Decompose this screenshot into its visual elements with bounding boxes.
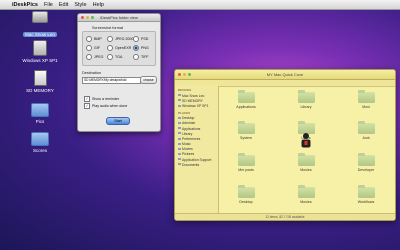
destination-label: Destination xyxy=(82,71,101,75)
finder-sidebar: DEVICES Mac Snow Leo SD MEMORY Windows X… xyxy=(175,86,219,214)
menu-file[interactable]: File xyxy=(44,2,53,8)
menu-edit[interactable]: Edit xyxy=(59,2,68,8)
finder-window: MY Mac Quick Cove DEVICES Mac Snow Leo S… xyxy=(174,69,396,221)
menu-bar: iDeskPics File Edit Style Help xyxy=(0,0,400,10)
finder-status-bar: 12 items, 82.7 GB available xyxy=(175,213,395,220)
desktop-icon-label: Windows XP SP1 xyxy=(22,58,58,63)
dialog-title: iDeskPics folder view xyxy=(100,15,138,20)
checkbox-play-audio[interactable]: ✓ Play audio when done xyxy=(84,103,127,109)
choose-button[interactable]: choose xyxy=(140,76,157,84)
folder-icon xyxy=(357,121,375,134)
desktop-icon-pics[interactable]: Pics xyxy=(20,103,60,124)
radio-jpeg2000[interactable]: JPEG 2000 xyxy=(107,36,133,42)
desktop-icon-sd-memory[interactable]: SD MEMORY xyxy=(20,70,60,93)
folder-icon xyxy=(237,153,255,166)
finder-titlebar[interactable]: MY Mac Quick Cove xyxy=(175,70,395,80)
menu-style[interactable]: Style xyxy=(74,2,86,8)
radio-gif[interactable]: GIF xyxy=(86,45,100,51)
sidebar-header-devices: DEVICES xyxy=(178,88,192,92)
folder-icon xyxy=(357,90,375,103)
desktop-icon-label: Mac Snow Leo xyxy=(23,32,57,37)
dialog-titlebar[interactable]: iDeskPics folder view xyxy=(78,14,160,22)
finder-item[interactable]: Movi xyxy=(349,90,383,109)
close-icon[interactable] xyxy=(81,16,84,19)
folder-icon xyxy=(237,90,255,103)
desktop-icon-label: Pics xyxy=(35,119,45,124)
radio-jpeg[interactable]: JPEG xyxy=(86,54,103,60)
menu-help[interactable]: Help xyxy=(93,2,104,8)
close-icon[interactable] xyxy=(178,73,181,76)
minimize-icon[interactable] xyxy=(183,73,186,76)
format-label: Screenshot format xyxy=(92,26,124,30)
finder-item[interactable]: Desktop xyxy=(229,185,263,204)
sd-card-icon xyxy=(33,70,47,86)
folder-icon xyxy=(237,121,255,134)
drive-icon xyxy=(33,40,47,56)
finder-item[interactable]: Applications xyxy=(229,90,263,109)
finder-content: Applications Library Movi System Users J… xyxy=(219,86,395,214)
menu-app-name[interactable]: iDeskPics xyxy=(12,2,38,8)
desktop-icon-windows[interactable]: Windows XP SP1 xyxy=(20,40,60,63)
folder-icon xyxy=(297,90,315,103)
radio-tiff[interactable]: TIFF xyxy=(133,54,149,60)
hard-drive-icon xyxy=(32,11,48,23)
folder-icon xyxy=(237,185,255,198)
screenshot-dialog: iDeskPics folder view Screenshot format … xyxy=(77,13,161,132)
finder-item[interactable]: Movies xyxy=(289,153,323,172)
start-button[interactable]: Start xyxy=(106,117,130,125)
folder-icon xyxy=(297,185,315,198)
sidebar-item-documents[interactable]: Documents xyxy=(175,162,218,167)
finder-title: MY Mac Quick Cove xyxy=(266,72,304,77)
finder-item[interactable]: Workflows xyxy=(349,185,383,204)
folder-icon xyxy=(31,103,49,117)
desktop-icon-label: SD MEMORY xyxy=(26,88,54,93)
users-icon xyxy=(301,133,311,148)
destination-field[interactable]: SD MEMORY/My deskpix/fold xyxy=(82,77,141,84)
folder-icon xyxy=(357,185,375,198)
radio-png[interactable]: PNG xyxy=(133,45,149,51)
desktop-icon-label: Scores xyxy=(32,148,47,153)
finder-item[interactable]: Junk xyxy=(349,121,383,140)
radio-openexr[interactable]: OpenEXR xyxy=(107,45,131,51)
finder-item[interactable]: System xyxy=(229,121,263,140)
checkbox-show-reminder[interactable]: ✓ Show a reminder xyxy=(84,96,119,102)
sidebar-item-windows[interactable]: Windows XP SP1 xyxy=(175,103,218,108)
folder-icon xyxy=(31,132,49,146)
minimize-icon[interactable] xyxy=(86,16,89,19)
finder-item[interactable]: Developer xyxy=(349,153,383,172)
sidebar-header-places: PLACES xyxy=(178,110,191,115)
zoom-icon[interactable] xyxy=(188,73,191,76)
finder-item[interactable]: Movies xyxy=(289,185,323,204)
desktop-icon-scores[interactable]: Scores xyxy=(20,132,60,153)
zoom-icon[interactable] xyxy=(91,16,94,19)
desktop-icon-mac-hd[interactable]: Mac Snow Leo xyxy=(20,11,60,41)
radio-bmp[interactable]: BMP xyxy=(86,36,102,42)
radio-psd[interactable]: PSD xyxy=(133,36,148,42)
folder-icon xyxy=(357,153,375,166)
radio-tga[interactable]: TGA xyxy=(107,54,122,60)
finder-item[interactable]: Mm posts xyxy=(229,153,263,172)
finder-item[interactable]: Library xyxy=(289,90,323,109)
folder-icon xyxy=(297,153,315,166)
